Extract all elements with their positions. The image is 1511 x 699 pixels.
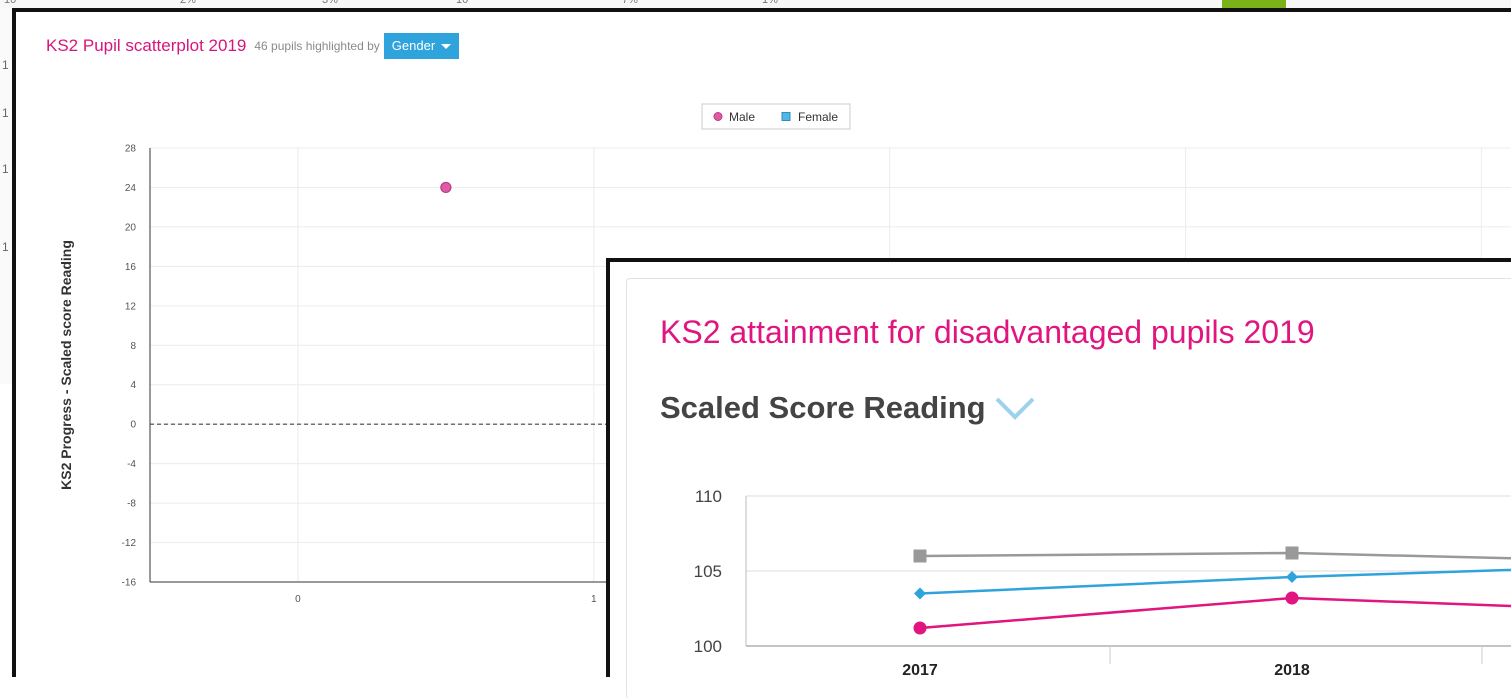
background-cell: 1%: [762, 0, 778, 6]
y-tick-label: 24: [125, 183, 137, 194]
x-tick-label: 2017: [902, 662, 938, 677]
data-point-male: [440, 181, 452, 194]
series-3-marker: [1285, 591, 1299, 605]
background-cell: 1: [2, 240, 9, 254]
attainment-card: 110105100201720182019 KS2 attainment for…: [606, 258, 1511, 699]
attainment-title: KS2 attainment for disadvantaged pupils …: [660, 314, 1315, 350]
series-line-2: [919, 568, 1511, 595]
chart-legend: Male Female: [701, 103, 851, 130]
background-cell: 1: [2, 58, 9, 72]
y-tick-label: 8: [130, 341, 136, 352]
series-2-marker: [1286, 571, 1298, 583]
background-cell: 7%: [622, 0, 638, 6]
background-cell: 1: [2, 162, 9, 176]
dropdown-selected-label: Gender: [391, 38, 436, 53]
series-1-marker: [1285, 546, 1299, 560]
chevron-down-icon[interactable]: [994, 395, 1036, 421]
caret-down-icon: [441, 43, 452, 49]
legend-label-female: Female: [798, 110, 838, 124]
y-tick-label: 20: [125, 222, 137, 233]
x-tick-label: 1: [591, 594, 597, 605]
y-tick-label: 16: [125, 262, 137, 273]
y-tick-label: 105: [694, 562, 722, 581]
measure-label: Scaled Score Reading: [660, 390, 986, 425]
legend-label-male: Male: [729, 110, 755, 124]
legend-marker-female: [781, 112, 791, 121]
y-tick-label: -16: [122, 578, 137, 589]
y-tick-label: 28: [125, 144, 137, 155]
y-tick-label: 4: [130, 380, 136, 391]
series-3-marker: [913, 621, 927, 635]
measure-selector[interactable]: Scaled Score Reading: [660, 390, 1036, 426]
series-2-marker: [914, 587, 926, 600]
scatterplot-header: KS2 Pupil scatterplot 2019 46 pupils hig…: [46, 32, 460, 60]
background-cell: 2%: [180, 0, 196, 6]
legend-marker-male: [713, 112, 723, 121]
y-tick-label: 0: [130, 420, 136, 431]
scatterplot-title: KS2 Pupil scatterplot 2019: [46, 36, 247, 55]
background-cell: 10: [4, 0, 17, 6]
scatterplot-subtitle: 46 pupils highlighted by: [254, 39, 380, 53]
y-tick-label: -12: [122, 538, 137, 549]
x-tick-label: 0: [295, 594, 301, 605]
y-tick-label: -4: [127, 459, 136, 470]
y-tick-label: 110: [695, 487, 722, 506]
background-cell: 1: [2, 106, 9, 120]
y-tick-label: 100: [694, 637, 722, 656]
background-cell: 10: [456, 0, 469, 6]
y-tick-label: -8: [127, 499, 136, 510]
x-tick-label: 2018: [1274, 662, 1310, 677]
highlight-by-dropdown[interactable]: Gender: [383, 33, 460, 59]
series-1-marker: [913, 549, 927, 563]
background-cell: 3%: [322, 0, 338, 6]
series-line-3: [919, 596, 1511, 630]
y-axis-title: KS2 Progress - Scaled score Reading: [58, 240, 74, 490]
y-tick-label: 12: [125, 301, 137, 312]
series-line-1: [919, 551, 1511, 560]
background-green-bar: [1222, 0, 1286, 8]
